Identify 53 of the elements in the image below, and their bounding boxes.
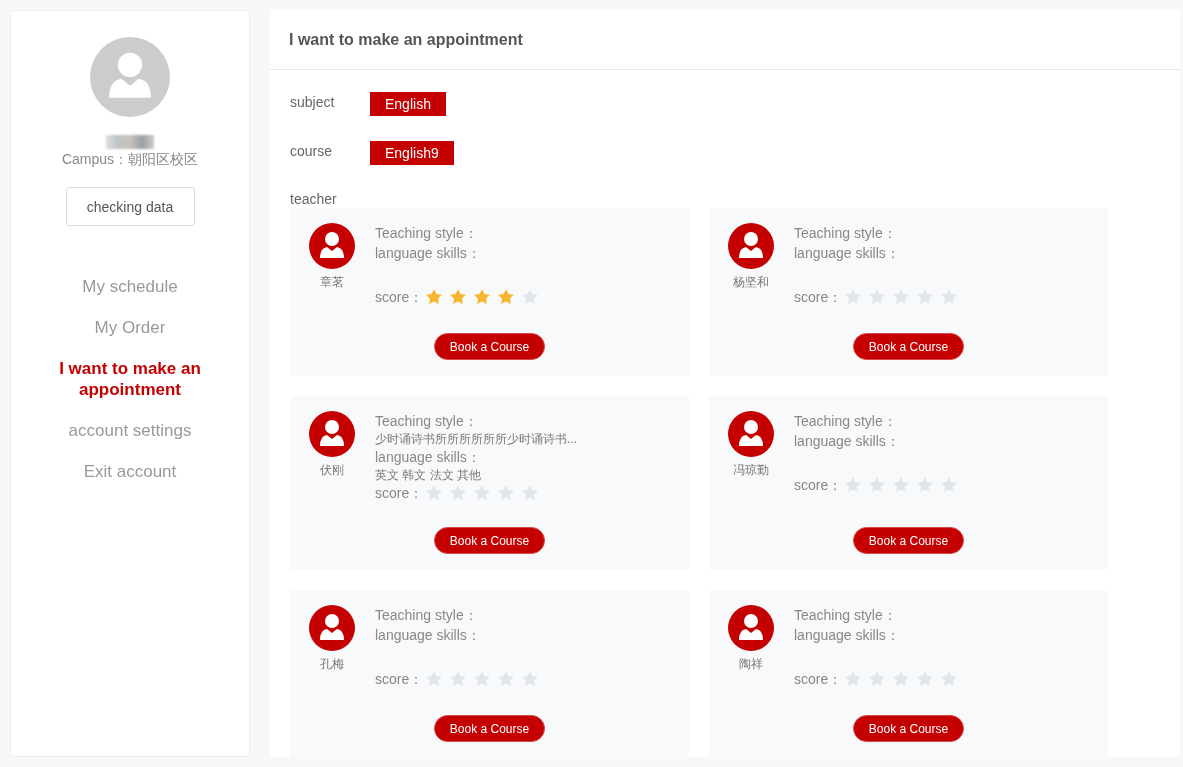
star-icon (473, 288, 492, 306)
language-skills-label: language skills： (375, 448, 482, 467)
teacher-label: teacher (290, 190, 338, 208)
checking-data-button[interactable]: checking data (65, 187, 195, 226)
language-skills-label: language skills： (794, 432, 901, 451)
field-label: subject (290, 93, 336, 112)
book-course-button[interactable]: Book a Course (434, 333, 545, 360)
score-label: score： (375, 670, 424, 689)
teacher-name: 孔梅 (320, 656, 344, 673)
teacher-avatar-icon (309, 223, 355, 269)
language-skills-label: language skills： (794, 244, 901, 263)
language-skills-label: language skills： (375, 626, 482, 645)
campus-label: Campus：朝阳区校区 (61, 151, 199, 169)
language-skills-label: language skills： (375, 244, 482, 263)
book-course-button[interactable]: Book a Course (434, 715, 545, 742)
language-skills-label: language skills： (794, 626, 901, 645)
teacher-avatar-icon (728, 605, 774, 651)
teacher-name: 章茗 (320, 274, 344, 291)
teacher-avatar-icon (309, 605, 355, 651)
page-title: I want to make an appointment (270, 10, 1180, 70)
score-label: score： (794, 670, 843, 689)
teaching-style-label: Teaching style： (375, 606, 479, 625)
nav-item[interactable]: I want to make an appointment (45, 348, 215, 410)
teacher-name: 伏刚 (320, 462, 344, 479)
book-course-button[interactable]: Book a Course (434, 527, 545, 554)
score-label: score： (375, 484, 424, 503)
book-course-button[interactable]: Book a Course (853, 715, 964, 742)
teacher-name: 杨坚和 (733, 274, 769, 291)
teacher-avatar-icon (728, 411, 774, 457)
avatar-icon (90, 37, 170, 117)
teacher-avatar-icon (728, 223, 774, 269)
star-icon (449, 288, 468, 306)
star-icon (497, 288, 516, 306)
language-skills-value: 英文 韩文 法文 其他 (375, 467, 482, 483)
selected-tag[interactable]: English (370, 92, 446, 116)
score-label: score： (794, 476, 843, 495)
teaching-style-label: Teaching style： (794, 412, 898, 431)
teacher-avatar-icon (309, 411, 355, 457)
teacher-name: 陶祥 (739, 656, 763, 673)
selected-tag[interactable]: English9 (370, 141, 454, 165)
book-course-button[interactable]: Book a Course (853, 527, 964, 554)
score-label: score： (375, 288, 424, 307)
star-icon (425, 288, 444, 306)
field-label: course (290, 142, 334, 161)
teacher-name: 冯琼勤 (733, 462, 769, 479)
teaching-style-label: Teaching style： (794, 606, 898, 625)
teaching-style-label: Teaching style： (375, 412, 479, 431)
teaching-style-value: 少时诵诗书所所所所所所少时诵诗书... (375, 431, 578, 447)
teaching-style-label: Teaching style： (375, 224, 479, 243)
book-course-button[interactable]: Book a Course (853, 333, 964, 360)
teaching-style-label: Teaching style： (794, 224, 898, 243)
blurred-name (106, 135, 154, 149)
score-label: score： (794, 288, 843, 307)
